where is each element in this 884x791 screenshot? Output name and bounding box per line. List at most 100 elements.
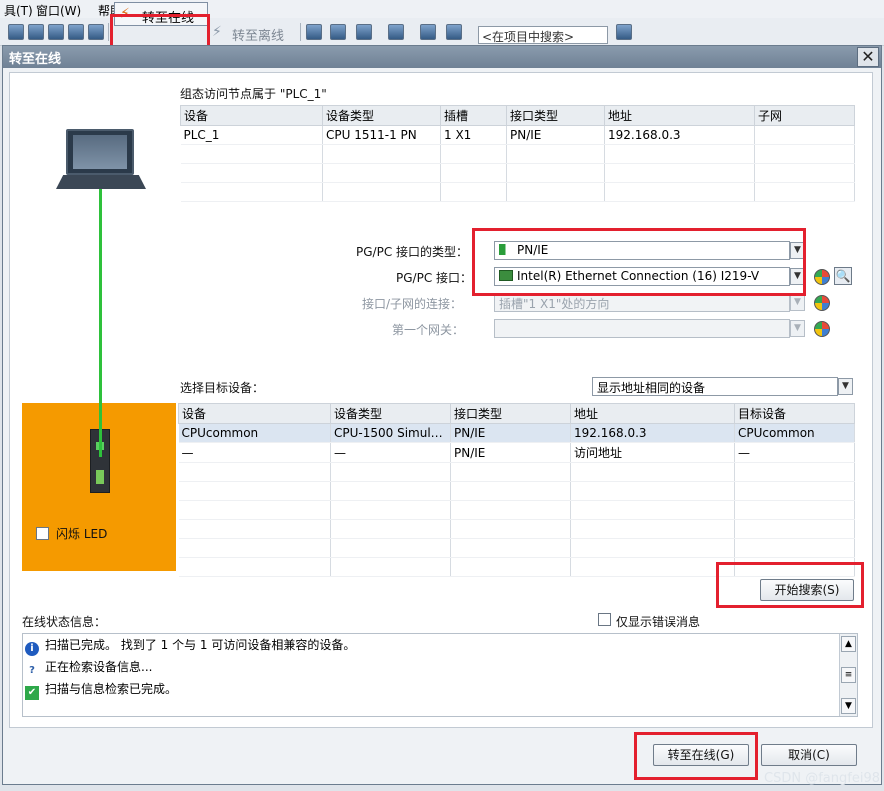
pgpc-type-label: PG/PC 接口的类型： (356, 245, 469, 259)
status-message: ? 正在检索设备信息... (25, 658, 152, 678)
table-row (178, 500, 855, 520)
pc-keyboard-base (56, 175, 146, 189)
subnet-shield-icon[interactable] (814, 295, 830, 311)
toolbar-start-cpu-icon[interactable] (330, 24, 346, 40)
table-row[interactable]: PLC_1 CPU 1511-1 PN 1 X1 PN/IE 192.168.0… (180, 125, 855, 145)
toolbar-compile-icon[interactable] (48, 24, 64, 40)
flash-led-label: 闪烁 LED (56, 527, 108, 541)
toolbar-print-icon[interactable] (88, 24, 104, 40)
check-icon: ✔ (25, 686, 39, 700)
toolbar-save-icon[interactable] (68, 24, 84, 40)
toolbar-stop-cpu-icon[interactable] (356, 24, 372, 40)
status-messages-list: i 扫描已完成。 找到了 1 个与 1 可访问设备相兼容的设备。 ? 正在检索设备信… (22, 633, 858, 717)
target-devices-table: 设备 设备类型 接口类型 地址 目标设备 CPUcommon CPU-1500 … (178, 403, 855, 577)
project-search-input[interactable]: <在项目中搜索> (478, 26, 608, 44)
configured-node-title: 组态访问节点属于 "PLC_1" (180, 87, 327, 101)
cell-device: PLC_1 (180, 125, 323, 145)
show-devices-filter-select[interactable]: 显示地址相同的设备 (592, 377, 838, 396)
cell-interface-type: PN/IE (506, 125, 605, 145)
properties-shield-icon[interactable] (814, 269, 830, 285)
cell-target-device: CPUcommon (734, 423, 855, 443)
toolbar-close-icon[interactable] (388, 24, 404, 40)
close-icon[interactable]: ✕ (857, 47, 879, 67)
table-row[interactable]: CPUcommon CPU-1500 Simula... PN/IE 192.1… (178, 423, 855, 443)
cell-device-type: CPU 1511-1 PN (322, 125, 441, 145)
go-online-icon: ⚡ (120, 6, 130, 22)
scroll-down-icon[interactable]: ▼ (841, 698, 856, 714)
chevron-down-icon: ▼ (790, 294, 805, 311)
toolbar-split-horizontal-icon[interactable] (420, 24, 436, 40)
cell-device-type: — (330, 442, 451, 463)
network-card-icon (499, 270, 513, 281)
col-header: 设备类型 (322, 105, 441, 126)
col-header: 子网 (754, 105, 855, 126)
cancel-button[interactable]: 取消(C) (761, 744, 857, 766)
go-online-button[interactable]: 转至在线(G) (653, 744, 749, 766)
chevron-down-icon: ▼ (790, 320, 805, 337)
table-row (180, 163, 855, 183)
errors-only-checkbox[interactable] (598, 613, 611, 626)
go-online-toolbar-label: 转至在线 (142, 11, 195, 26)
dialog-content: 闪烁 LED 组态访问节点属于 "PLC_1" 设备 设备类型 插槽 接口类型 … (9, 72, 873, 728)
dialog-title: 转至在线 (9, 52, 62, 67)
chevron-down-icon[interactable]: ▼ (838, 378, 853, 395)
table-row[interactable]: — — PN/IE 访问地址 — (178, 442, 855, 463)
pnie-icon (499, 244, 513, 255)
col-header: 接口类型 (506, 105, 605, 126)
flash-led-checkbox[interactable] (36, 527, 49, 540)
select-target-label: 选择目标设备： (180, 381, 265, 395)
pgpc-interface-select[interactable]: Intel(R) Ethernet Connection (16) I219-V (494, 267, 790, 286)
go-offline-toolbar-button[interactable]: 转至离线 (232, 25, 284, 44)
chevron-down-icon[interactable]: ▼ (790, 268, 805, 285)
go-offline-icon: ⚡ (212, 24, 222, 40)
cell-target-device: — (734, 442, 855, 463)
toolbar-accessible-devices-icon[interactable] (306, 24, 322, 40)
start-search-button[interactable]: 开始搜索(S) (760, 579, 854, 601)
pc-laptop-icon (66, 129, 134, 175)
toolbar-search-go-icon[interactable] (616, 24, 632, 40)
menu-tools[interactable]: 具(T) (4, 2, 33, 19)
table-header-row: 设备 设备类型 接口类型 地址 目标设备 (178, 403, 855, 424)
col-header: 接口类型 (450, 403, 571, 424)
cell-address: 192.168.0.3 (604, 125, 755, 145)
cell-device-type: CPU-1500 Simula... (330, 423, 451, 443)
toolbar-split-vertical-icon[interactable] (446, 24, 462, 40)
scroll-up-icon[interactable]: ▲ (841, 636, 856, 652)
toolbar-upload-icon[interactable] (28, 24, 44, 40)
pgpc-type-value: PN/IE (517, 243, 549, 257)
search-icon[interactable]: 🔍 (834, 267, 852, 285)
pgpc-type-select[interactable]: PN/IE (494, 241, 790, 260)
gateway-shield-icon[interactable] (814, 321, 830, 337)
col-header: 设备类型 (330, 403, 451, 424)
table-row (178, 557, 855, 577)
scroll-thumb-icon[interactable]: ≡ (841, 667, 856, 683)
cell-slot: 1 X1 (440, 125, 507, 145)
toolbar-separator (300, 23, 301, 41)
col-header: 目标设备 (734, 403, 855, 424)
chevron-down-icon[interactable]: ▼ (790, 242, 805, 259)
toolbar-separator (108, 23, 109, 41)
device-port (96, 470, 104, 484)
subnet-connection-select: 插槽"1 X1"处的方向 (494, 293, 790, 312)
table-row (178, 462, 855, 482)
cell-device: — (178, 442, 331, 463)
table-row (180, 144, 855, 164)
table-row (180, 182, 855, 202)
table-header-row: 设备 设备类型 插槽 接口类型 地址 子网 (180, 105, 855, 126)
info-icon: i (25, 642, 39, 656)
pgpc-interface-label: PG/PC 接口： (396, 271, 473, 285)
cell-interface-type: PN/IE (450, 423, 571, 443)
toolbar-download-icon[interactable] (8, 24, 24, 40)
first-gateway-label: 第一个网关： (392, 323, 465, 337)
go-online-toolbar-button[interactable]: ⚡ 转至在线 (114, 2, 208, 26)
status-message: ✔ 扫描与信息检索已完成。 (25, 680, 177, 700)
col-header: 设备 (180, 105, 323, 126)
table-row (178, 519, 855, 539)
menu-window[interactable]: 窗口(W) (36, 2, 81, 19)
watermark: CSDN @fangfei98 (764, 771, 880, 786)
configured-nodes-table: 设备 设备类型 插槽 接口类型 地址 子网 PLC_1 CPU 1511-1 P… (180, 105, 855, 202)
cell-interface-type: PN/IE (450, 442, 571, 463)
pc-screen (73, 135, 127, 169)
subnet-connection-label: 接口/子网的连接： (362, 297, 463, 311)
status-scrollbar[interactable]: ▲ ≡ ▼ (839, 634, 857, 716)
